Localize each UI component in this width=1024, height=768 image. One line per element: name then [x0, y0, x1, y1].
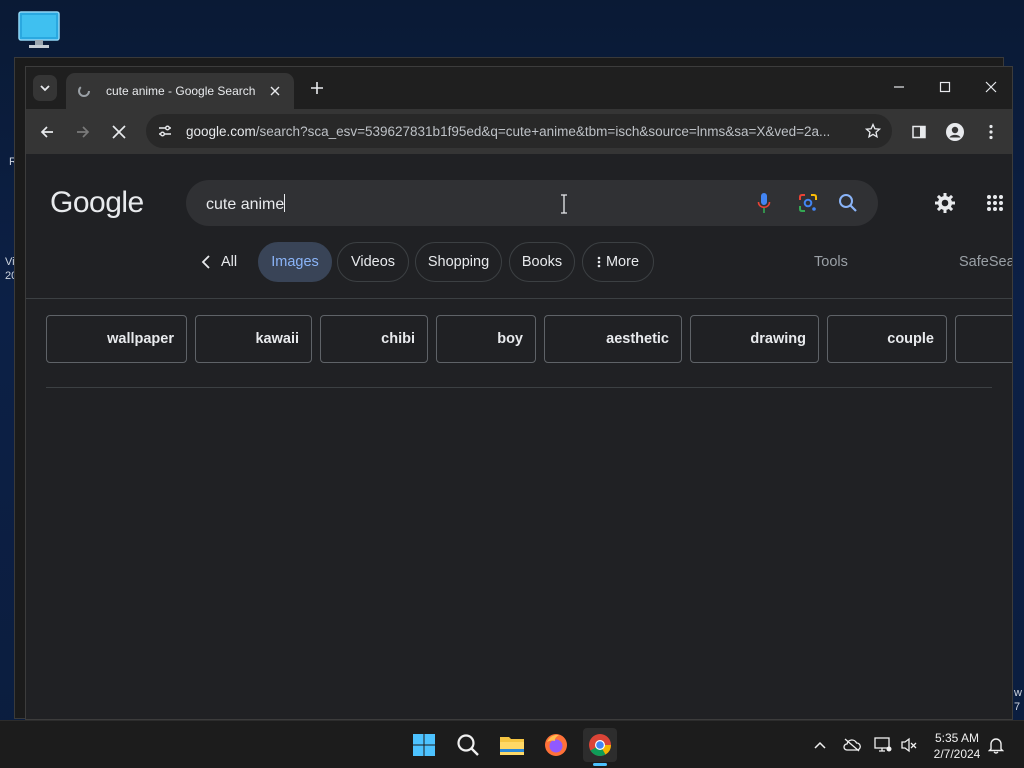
settings-gear-icon[interactable] — [932, 190, 958, 216]
refinement-chip[interactable]: kawaii — [195, 315, 312, 363]
tab-videos-label: Videos — [350, 254, 396, 270]
mouse-ibeam-cursor-icon — [561, 194, 567, 214]
results-divider — [46, 387, 992, 388]
tab-videos[interactable]: Videos — [337, 242, 409, 282]
tab-more[interactable]: More — [582, 242, 654, 282]
loading-favicon-icon — [76, 83, 92, 99]
tab-shopping-label: Shopping — [427, 254, 490, 270]
refinement-chip[interactable]: chibi — [320, 315, 428, 363]
url-text: google.com/search?sca_esv=539627831b1f95… — [186, 124, 858, 139]
clock-time: 5:35 AM — [934, 731, 980, 745]
search-box[interactable]: cute anime — [186, 180, 878, 226]
safesearch-button[interactable]: SafeSea — [959, 254, 1012, 270]
minimize-icon[interactable] — [884, 75, 914, 99]
side-panel-icon[interactable] — [904, 117, 934, 147]
url-domain: google.com — [186, 123, 256, 139]
refinement-chip[interactable]: wallpaper — [46, 315, 187, 363]
refinement-chip[interactable]: couple — [827, 315, 947, 363]
search-magnifier-icon[interactable] — [836, 191, 860, 215]
notification-bell-icon[interactable] — [986, 735, 1006, 755]
search-query-text: cute anime — [206, 196, 285, 213]
header-divider — [26, 298, 1012, 299]
tab-more-label: More — [605, 254, 640, 270]
tab-all-label: All — [220, 254, 238, 270]
this-pc-desktop-icon[interactable] — [17, 10, 61, 50]
start-icon[interactable] — [407, 728, 441, 762]
browser-window: cute anime - Google Search google.com/se… — [25, 66, 1013, 720]
desktop-edge-text: 7 — [1014, 701, 1021, 713]
file-explorer-icon[interactable] — [495, 728, 529, 762]
tab-shopping[interactable]: Shopping — [415, 242, 502, 282]
desktop-edge-text: w — [1014, 687, 1022, 699]
chevron-down-icon — [40, 85, 50, 92]
google-lens-camera-icon[interactable] — [796, 191, 820, 215]
search-input[interactable]: cute anime — [206, 194, 286, 214]
new-tab-icon[interactable] — [306, 77, 328, 99]
back-arrow-icon[interactable] — [32, 117, 62, 147]
clock-date: 2/7/2024 — [933, 747, 981, 761]
address-bar[interactable]: google.com/search?sca_esv=539627831b1f95… — [146, 114, 892, 148]
tab-search-button[interactable] — [33, 75, 57, 101]
show-hidden-icons-chevron-icon[interactable] — [810, 735, 830, 755]
voice-search-microphone-icon[interactable] — [752, 191, 776, 215]
refinement-chip[interactable]: boy — [436, 315, 536, 363]
tab-images-label: Images — [271, 254, 319, 270]
stop-loading-icon[interactable] — [104, 117, 134, 147]
text-caret — [284, 194, 286, 212]
google-logo[interactable]: Google — [50, 186, 144, 220]
tab-title: cute anime - Google Search — [106, 84, 256, 98]
search-icon[interactable] — [451, 728, 485, 762]
firefox-icon[interactable] — [539, 728, 573, 762]
maximize-icon[interactable] — [930, 75, 960, 99]
tab-strip: cute anime - Google Search — [26, 67, 1012, 109]
google-results-page: Google cute anime All Images Videos Shop… — [26, 154, 1012, 719]
browser-toolbar: google.com/search?sca_esv=539627831b1f95… — [26, 109, 1012, 154]
system-clock[interactable]: 5:35 AM 2/7/2024 — [926, 730, 988, 762]
tools-button[interactable]: Tools — [814, 254, 848, 270]
tab-books[interactable]: Books — [509, 242, 575, 282]
volume-muted-icon[interactable] — [899, 735, 919, 755]
active-app-indicator — [593, 763, 607, 766]
tab-books-label: Books — [521, 254, 563, 270]
refinement-chip[interactable]: aesthetic — [544, 315, 682, 363]
chevron-left-icon — [201, 255, 210, 269]
kebab-menu-icon[interactable] — [976, 117, 1006, 147]
network-icon[interactable] — [873, 735, 893, 755]
close-window-icon[interactable] — [976, 75, 1006, 99]
browser-tab-active[interactable]: cute anime - Google Search — [66, 73, 294, 109]
related-searches-row: wallpaper kawaii chibi boy aesthetic dra… — [46, 315, 1012, 363]
site-settings-icon[interactable] — [150, 116, 180, 146]
chrome-icon[interactable] — [583, 728, 617, 766]
windows-taskbar: 5:35 AM 2/7/2024 — [0, 720, 1024, 768]
tab-images[interactable]: Images — [258, 242, 332, 282]
refinement-chip[interactable]: drawing — [690, 315, 819, 363]
close-tab-icon[interactable] — [266, 82, 284, 100]
search-type-tabs: All Images Videos Shopping Books More To… — [26, 242, 1012, 284]
more-vertical-dots-icon — [597, 256, 601, 268]
refinement-chip[interactable] — [955, 315, 1012, 363]
forward-arrow-icon[interactable] — [68, 117, 98, 147]
url-path: /search?sca_esv=539627831b1f95ed&q=cute+… — [255, 123, 831, 139]
bookmark-star-icon[interactable] — [862, 120, 884, 142]
google-apps-grid-icon[interactable] — [982, 190, 1008, 216]
tab-all[interactable]: All — [194, 242, 244, 282]
profile-avatar-icon[interactable] — [940, 117, 970, 147]
onedrive-offline-icon[interactable] — [842, 735, 862, 755]
